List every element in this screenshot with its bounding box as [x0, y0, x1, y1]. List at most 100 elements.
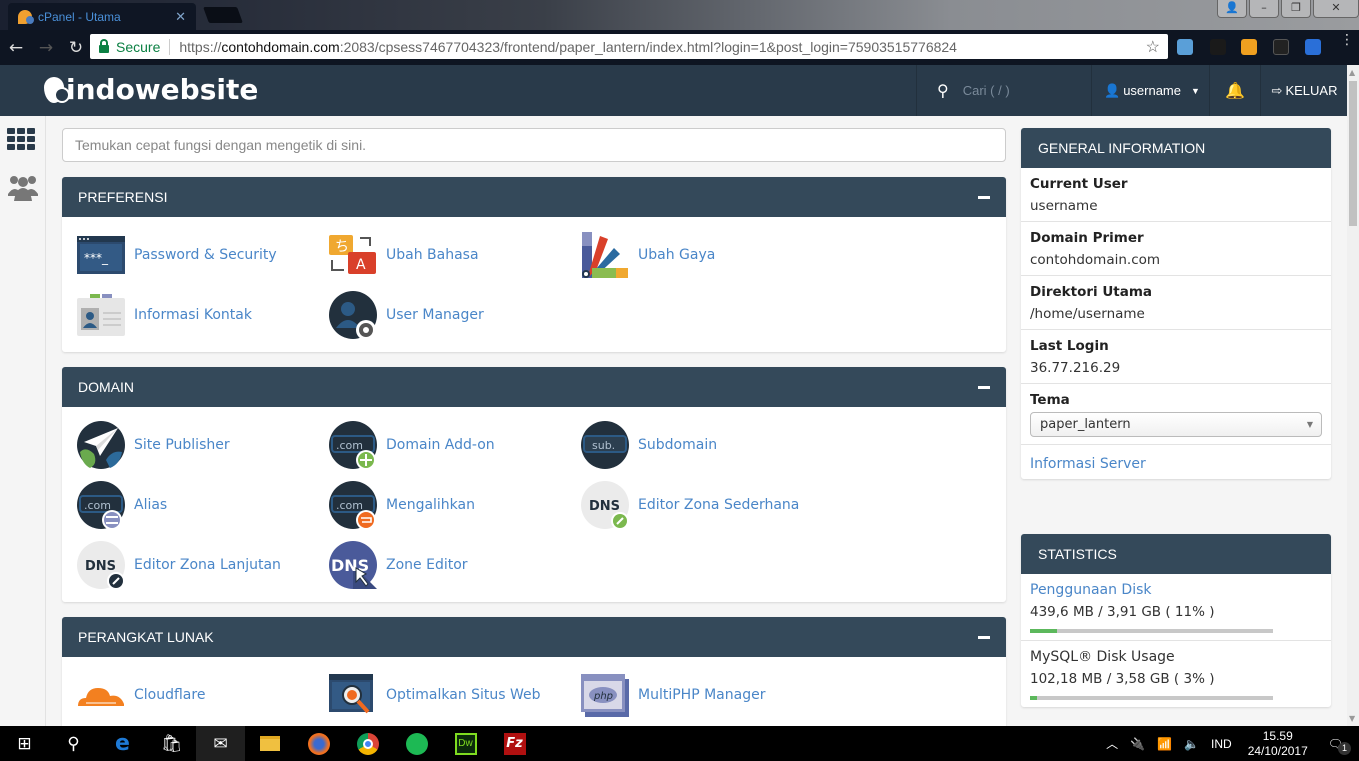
- lock-icon: [99, 38, 109, 53]
- brand-logo[interactable]: indowebsite: [44, 73, 258, 106]
- scroll-up-arrow-icon[interactable]: ▲: [1349, 68, 1355, 77]
- extension-search-icon[interactable]: [1305, 39, 1321, 55]
- windows-start-icon[interactable]: ⊞: [0, 726, 49, 761]
- logout-button[interactable]: ⇨ KELUAR: [1262, 65, 1347, 116]
- item-label: Editor Zona Lanjutan: [134, 557, 281, 573]
- logo-mark-icon: [44, 76, 70, 103]
- filezilla-icon[interactable]: Fz: [490, 726, 539, 761]
- browser-tab[interactable]: cPanel - Utama ✕: [8, 3, 196, 30]
- forward-button[interactable]: →: [32, 38, 60, 58]
- minimize-button[interactable]: –: [1249, 0, 1279, 18]
- clock[interactable]: 15.59 24/10/2017: [1248, 729, 1308, 759]
- item-subdomain[interactable]: sub. Subdomain: [580, 420, 717, 470]
- item-domain-addon[interactable]: .com Domain Add-on: [328, 420, 495, 470]
- close-window-button[interactable]: ✕: [1313, 0, 1359, 18]
- reload-button[interactable]: ↻: [62, 38, 90, 58]
- info-row: Last Login 36.77.216.29: [1021, 330, 1331, 384]
- server-info-row: Informasi Server: [1021, 445, 1331, 479]
- item-password-security[interactable]: ***_ Password & Security: [76, 230, 277, 280]
- item-label: Site Publisher: [134, 437, 230, 453]
- item-ubah-gaya[interactable]: Ubah Gaya: [580, 230, 715, 280]
- stat-label-link[interactable]: Penggunaan Disk: [1030, 582, 1322, 598]
- advanced-zone-editor-icon: DNS: [76, 540, 126, 590]
- panel-header[interactable]: DOMAIN: [62, 367, 1006, 407]
- browser-menu-icon[interactable]: ⋮: [1340, 33, 1354, 53]
- chat-app-icon[interactable]: [392, 726, 441, 761]
- info-key: Direktori Utama: [1030, 284, 1153, 300]
- quick-find-input[interactable]: [62, 128, 1006, 162]
- show-hidden-icons-chevron-icon[interactable]: ︿: [1106, 735, 1118, 752]
- new-tab-button[interactable]: [203, 7, 243, 23]
- info-row: Current User username: [1021, 168, 1331, 222]
- redirect-icon: .com: [328, 480, 378, 530]
- stat-value: 439,6 MB / 3,91 GB ( 11% ): [1030, 604, 1215, 620]
- store-icon[interactable]: 🛍: [147, 726, 196, 761]
- panel-title: PREFERENSI: [78, 189, 168, 205]
- item-alias[interactable]: .com Alias: [76, 480, 167, 530]
- item-multiphp-manager[interactable]: php MultiPHP Manager: [580, 670, 765, 720]
- style-palette-icon: [580, 230, 630, 280]
- item-ubah-bahasa[interactable]: ちA Ubah Bahasa: [328, 230, 479, 280]
- file-explorer-icon[interactable]: [245, 726, 294, 761]
- edge-browser-icon[interactable]: e: [98, 726, 147, 761]
- top-header: indowebsite ⚲ Cari ( / ) 👤 username ▼ 🔔 …: [0, 65, 1347, 116]
- item-cloudflare[interactable]: Cloudflare: [76, 670, 205, 720]
- item-mengalihkan[interactable]: .com Mengalihkan: [328, 480, 475, 530]
- profile-icon[interactable]: 👤: [1217, 0, 1247, 18]
- mail-icon[interactable]: ✉: [196, 726, 245, 761]
- action-center-icon[interactable]: 🗨 1: [1328, 737, 1351, 755]
- panel-header[interactable]: PREFERENSI: [62, 177, 1006, 217]
- item-site-publisher[interactable]: Site Publisher: [76, 420, 230, 470]
- item-editor-zona-lanjutan[interactable]: DNS Editor Zona Lanjutan: [76, 540, 281, 590]
- page-scrollbar[interactable]: ▲ ▼: [1347, 65, 1359, 726]
- power-icon[interactable]: 🔌: [1130, 737, 1145, 751]
- close-tab-icon[interactable]: ✕: [175, 9, 186, 25]
- simple-zone-editor-icon: DNS: [580, 480, 630, 530]
- collapse-icon[interactable]: [978, 195, 990, 199]
- info-value: username: [1030, 198, 1098, 214]
- item-label: Cloudflare: [134, 687, 206, 703]
- scrollbar-thumb[interactable]: [1349, 81, 1357, 226]
- info-value: 36.77.216.29: [1030, 360, 1121, 376]
- window-controls: 👤 – ❐ ✕: [1215, 0, 1359, 18]
- collapse-icon[interactable]: [978, 635, 990, 639]
- address-bar[interactable]: Secure https://contohdomain.com:2083/cps…: [90, 34, 1168, 59]
- firefox-icon[interactable]: [294, 726, 343, 761]
- item-optimalkan-situs-web[interactable]: Optimalkan Situs Web: [328, 670, 541, 720]
- item-informasi-kontak[interactable]: Informasi Kontak: [76, 290, 252, 340]
- stat-row: MySQL® Disk Usage 102,18 MB / 3,58 GB ( …: [1021, 641, 1331, 707]
- chrome-icon[interactable]: [343, 726, 392, 761]
- notifications-bell-icon[interactable]: 🔔: [1210, 65, 1261, 116]
- item-user-manager[interactable]: User Manager: [328, 290, 484, 340]
- wifi-icon[interactable]: 📶: [1157, 737, 1172, 751]
- extension-download-icon[interactable]: [1241, 39, 1257, 55]
- zone-editor-icon: DNS: [328, 540, 378, 590]
- back-button[interactable]: ←: [2, 38, 30, 58]
- extension-screenshot-icon[interactable]: [1273, 39, 1289, 55]
- collapse-icon[interactable]: [978, 385, 990, 389]
- restore-button[interactable]: ❐: [1281, 0, 1311, 18]
- logo-text: indowebsite: [66, 73, 259, 106]
- clock-date: 24/10/2017: [1247, 743, 1308, 758]
- theme-label: Tema: [1030, 392, 1070, 408]
- bookmark-star-icon[interactable]: ☆: [1146, 37, 1160, 57]
- input-language[interactable]: IND: [1211, 737, 1232, 751]
- panel-header[interactable]: PERANGKAT LUNAK: [62, 617, 1006, 657]
- dreamweaver-icon[interactable]: Dw: [441, 726, 490, 761]
- apps-grid-icon[interactable]: [7, 128, 35, 150]
- user-menu[interactable]: 👤 username ▼: [1092, 65, 1210, 116]
- header-search[interactable]: ⚲ Cari ( / ): [916, 65, 1092, 116]
- server-info-link[interactable]: Informasi Server: [1030, 456, 1146, 472]
- extension-cloud-icon[interactable]: [1177, 39, 1193, 55]
- item-editor-zona-sederhana[interactable]: DNS Editor Zona Sederhana: [580, 480, 799, 530]
- scroll-down-arrow-icon[interactable]: ▼: [1349, 714, 1355, 723]
- extension-bug-icon[interactable]: [1210, 39, 1226, 55]
- volume-icon[interactable]: 🔈: [1184, 737, 1199, 751]
- search-icon[interactable]: ⚲: [49, 726, 98, 761]
- theme-select[interactable]: paper_lantern ▼: [1030, 412, 1322, 437]
- svg-text:DNS: DNS: [85, 559, 116, 574]
- item-zone-editor[interactable]: DNS Zone Editor: [328, 540, 468, 590]
- progress-fill: [1030, 629, 1057, 633]
- secure-label: Secure: [116, 38, 161, 55]
- users-group-icon[interactable]: [8, 174, 38, 207]
